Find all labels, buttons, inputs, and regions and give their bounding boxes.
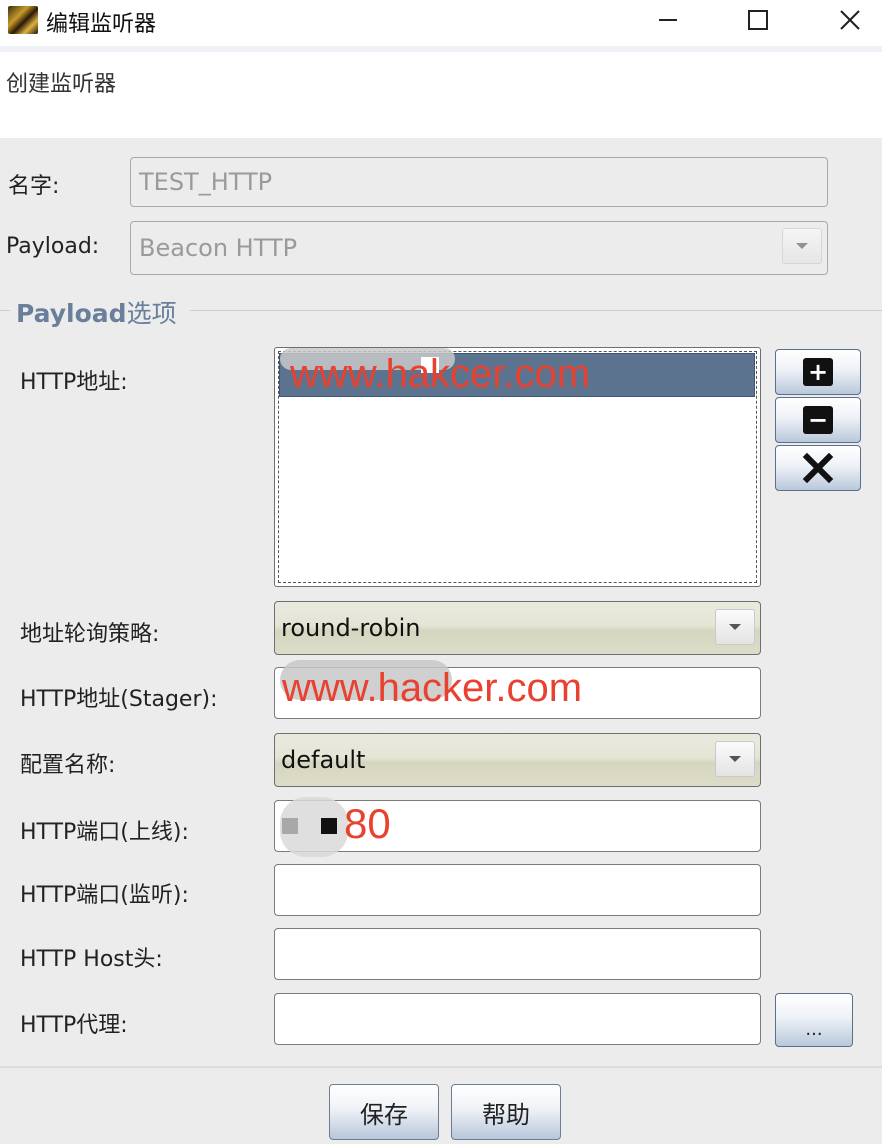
clear-hosts-button[interactable]: [775, 445, 861, 491]
redaction-marker: [282, 818, 298, 834]
minus-icon: −: [803, 406, 833, 434]
chevron-down-icon: [796, 243, 808, 249]
description-panel: [0, 52, 882, 138]
host-header-label: HTTP Host头:: [20, 947, 163, 972]
payload-label: Payload:: [6, 234, 100, 259]
host-header-field[interactable]: [274, 928, 761, 980]
x-icon: [802, 453, 834, 483]
http-host-value: www.hakcer.com: [290, 352, 591, 396]
rotate-strategy-select[interactable]: round-robin: [274, 601, 761, 655]
fieldset-line-left: [0, 310, 10, 311]
save-button[interactable]: 保存: [329, 1084, 439, 1140]
dialog-description: 创建监听器: [6, 72, 117, 97]
profile-select[interactable]: default: [274, 733, 761, 787]
rotate-dropdown-button[interactable]: [715, 609, 755, 645]
proxy-label: HTTP代理:: [20, 1013, 128, 1038]
stager-label: HTTP地址(Stager):: [20, 687, 218, 712]
port-bind-field[interactable]: [274, 864, 761, 916]
payload-select[interactable]: Beacon HTTP: [130, 221, 828, 275]
proxy-field[interactable]: [274, 993, 761, 1045]
proxy-config-button[interactable]: ...: [775, 993, 853, 1047]
payload-value: Beacon HTTP: [139, 234, 298, 262]
http-hosts-label: HTTP地址:: [20, 370, 128, 395]
fieldset-line-right: [190, 310, 882, 311]
rotate-strategy-label: 地址轮询策略:: [20, 622, 160, 647]
port-c2-label: HTTP端口(上线):: [20, 820, 189, 845]
app-icon: [8, 6, 38, 34]
footer-separator: [0, 1066, 882, 1068]
legend-bold: Payload: [16, 299, 127, 328]
legend-rest: 选项: [126, 299, 177, 328]
payload-options-legend: Payload选项: [14, 294, 179, 330]
remove-host-button[interactable]: −: [775, 397, 861, 443]
profile-dropdown-button[interactable]: [715, 741, 755, 777]
name-value: TEST_HTTP: [139, 168, 273, 196]
maximize-button[interactable]: [732, 0, 784, 40]
maximize-icon: [748, 10, 768, 30]
name-field[interactable]: TEST_HTTP: [130, 157, 828, 207]
minimize-icon: [659, 19, 677, 21]
minimize-button[interactable]: [642, 0, 694, 40]
window-title: 编辑监听器: [46, 12, 157, 37]
chevron-down-icon: [729, 624, 741, 630]
add-host-button[interactable]: +: [775, 349, 861, 395]
port-c2-value: 80: [344, 800, 391, 847]
close-button[interactable]: [824, 0, 876, 40]
chevron-down-icon: [729, 756, 741, 762]
profile-label: 配置名称:: [20, 753, 116, 778]
plus-icon: +: [803, 358, 833, 386]
name-label: 名字:: [8, 174, 60, 199]
stager-value: www.hacker.com: [282, 666, 583, 710]
redaction-marker: [321, 818, 337, 834]
profile-value: default: [281, 746, 366, 774]
help-button[interactable]: 帮助: [451, 1084, 561, 1140]
close-icon: [840, 10, 860, 30]
payload-dropdown-button[interactable]: [782, 228, 822, 264]
port-bind-label: HTTP端口(监听):: [20, 883, 189, 908]
rotate-strategy-value: round-robin: [281, 614, 421, 642]
